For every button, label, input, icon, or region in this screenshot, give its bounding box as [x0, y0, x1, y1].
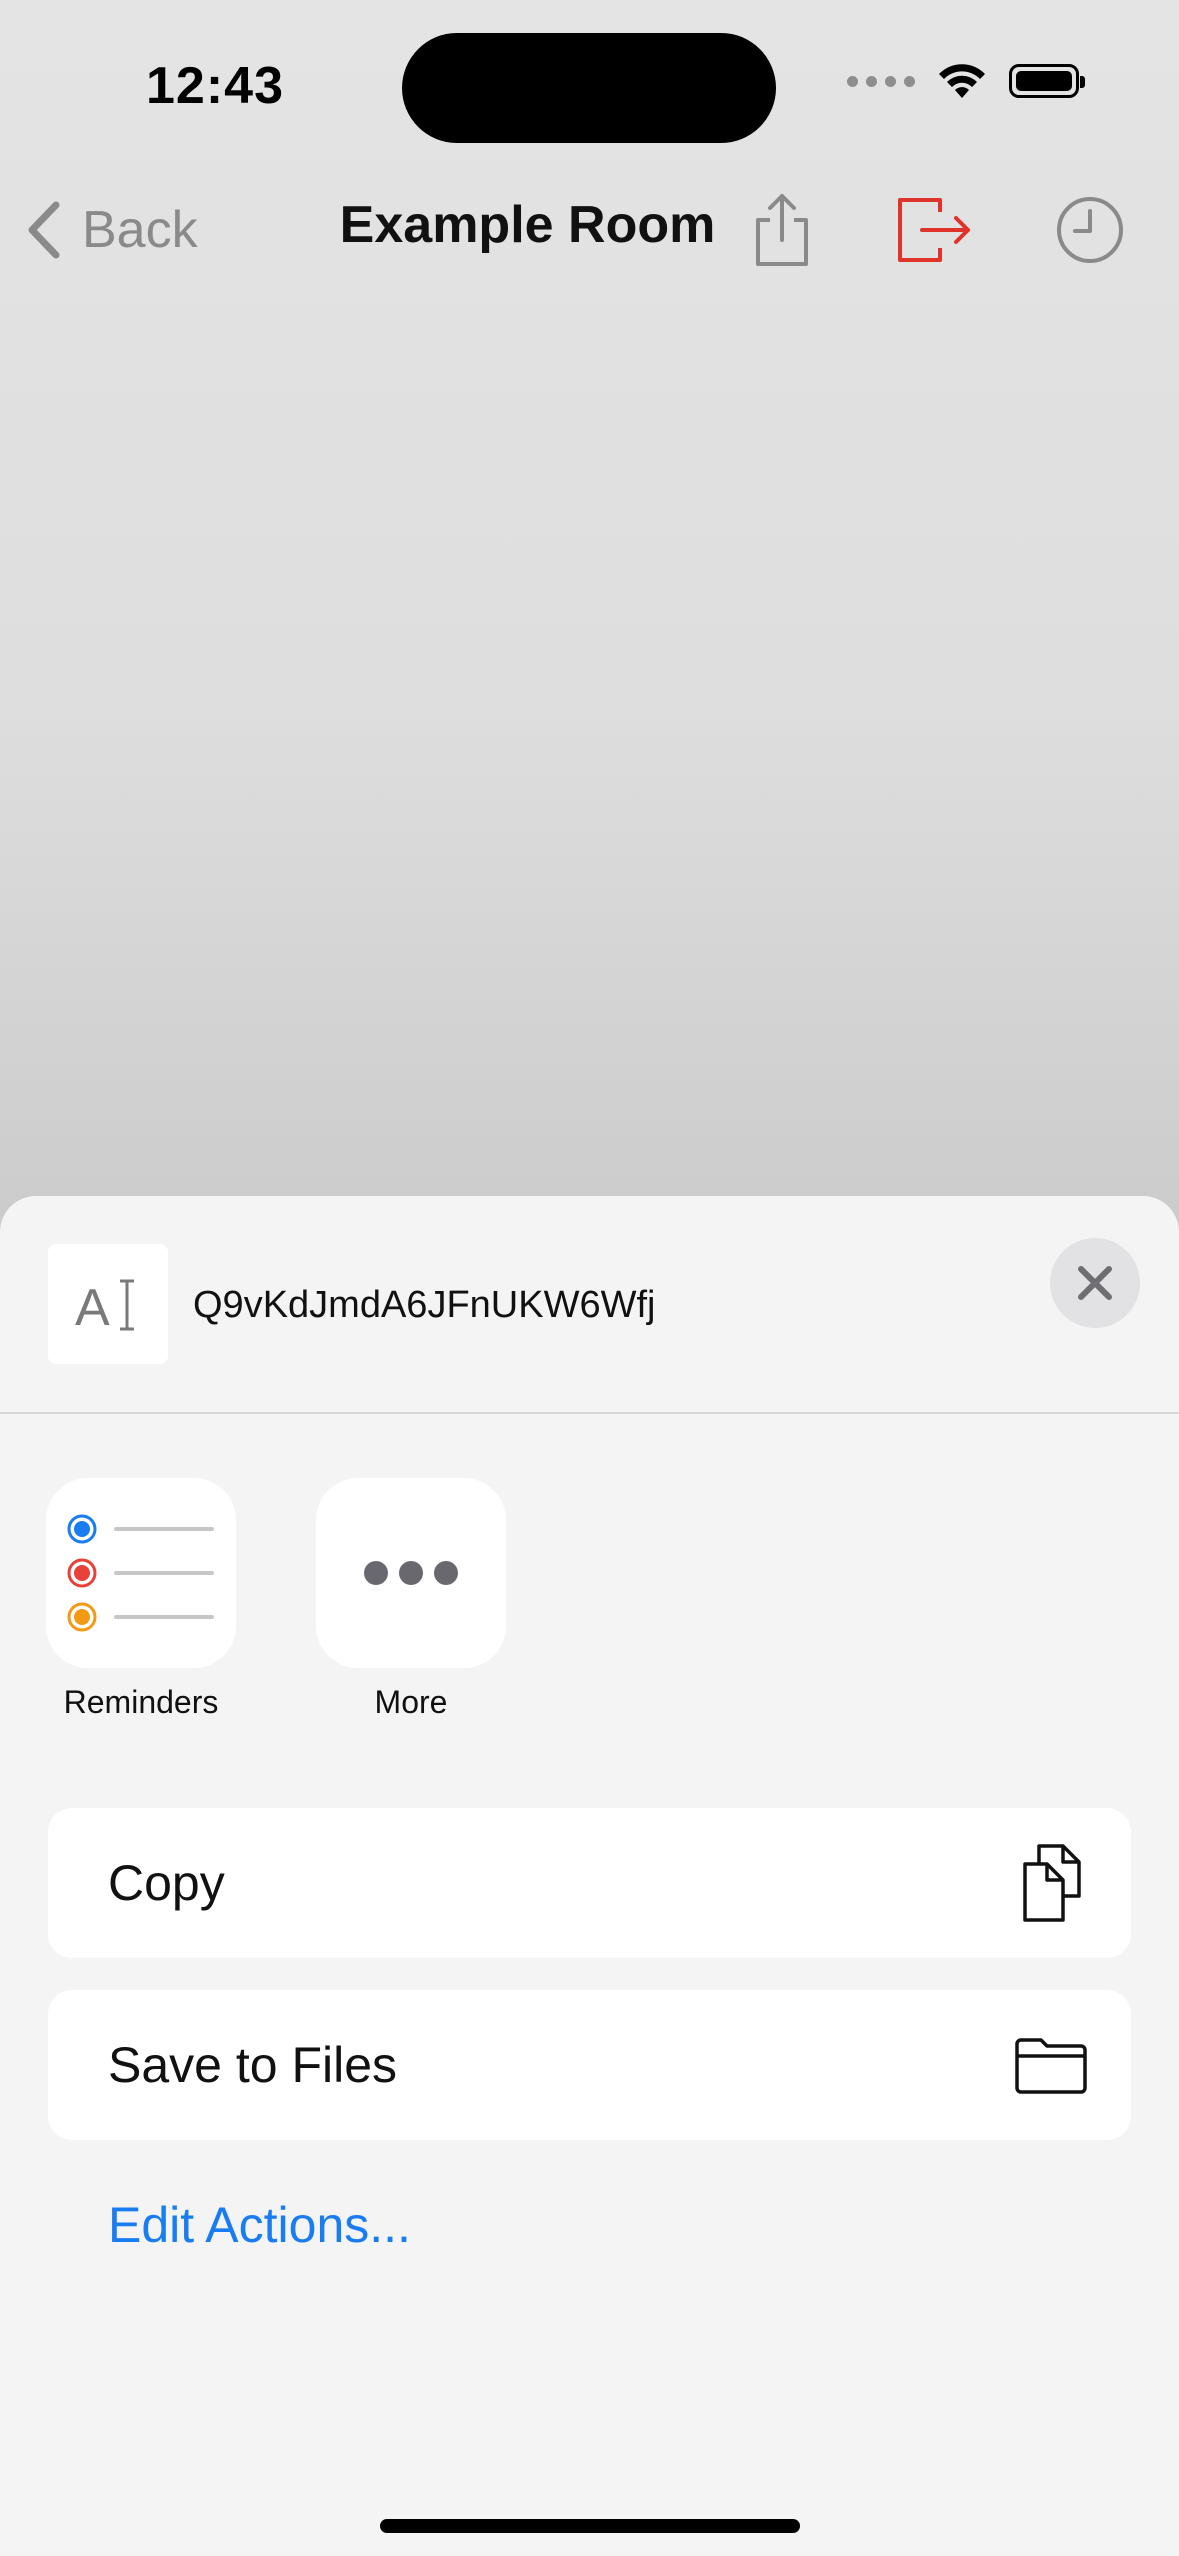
status-time: 12:43: [146, 57, 284, 115]
leave-room-button[interactable]: [892, 188, 976, 272]
preview-thumbnail: A: [48, 1244, 168, 1364]
chevron-left-icon: [28, 201, 60, 259]
more-tile[interactable]: [316, 1478, 506, 1668]
page-title: Example Room: [339, 196, 716, 254]
app-reminders[interactable]: Reminders: [46, 1478, 236, 1721]
app-label: Reminders: [63, 1684, 219, 1720]
more-icon: [364, 1561, 458, 1585]
leave-icon: [898, 198, 970, 262]
home-indicator[interactable]: [380, 2519, 800, 2533]
status-icons: [847, 62, 1085, 100]
app-more[interactable]: More: [316, 1478, 506, 1721]
edit-actions-link[interactable]: Edit Actions...: [108, 2196, 411, 2254]
back-label: Back: [82, 201, 198, 259]
reminders-tile[interactable]: [46, 1478, 236, 1668]
dynamic-island: [402, 33, 776, 143]
action-copy[interactable]: Copy: [48, 1808, 1131, 1958]
action-save-to-files[interactable]: Save to Files: [48, 1990, 1131, 2140]
action-label: Copy: [108, 1855, 225, 1911]
history-icon: [1057, 197, 1123, 263]
divider: [0, 1412, 1179, 1414]
back-button[interactable]: Back: [24, 190, 198, 270]
wifi-icon: [939, 64, 985, 98]
share-button[interactable]: [740, 188, 824, 272]
action-label: Save to Files: [108, 2037, 398, 2093]
folder-icon: [1015, 2038, 1087, 2094]
text-cursor-icon: A: [75, 1279, 134, 1337]
reminders-icon: [67, 1514, 214, 1632]
share-icon: [756, 194, 808, 266]
battery-icon: [1009, 64, 1085, 98]
copy-icon: [1023, 1844, 1081, 1922]
history-button[interactable]: [1048, 188, 1132, 272]
close-button[interactable]: [1050, 1238, 1140, 1328]
share-sheet: A Q9vKdJmdA6JFnUKW6Wfj Reminders More Co…: [0, 1196, 1179, 2556]
close-icon: [1078, 1266, 1112, 1300]
cellular-signal-icon: [847, 75, 915, 87]
app-label: More: [374, 1684, 448, 1720]
shared-text-preview: Q9vKdJmdA6JFnUKW6Wfj: [193, 1284, 656, 1326]
svg-text:A: A: [75, 1279, 110, 1337]
